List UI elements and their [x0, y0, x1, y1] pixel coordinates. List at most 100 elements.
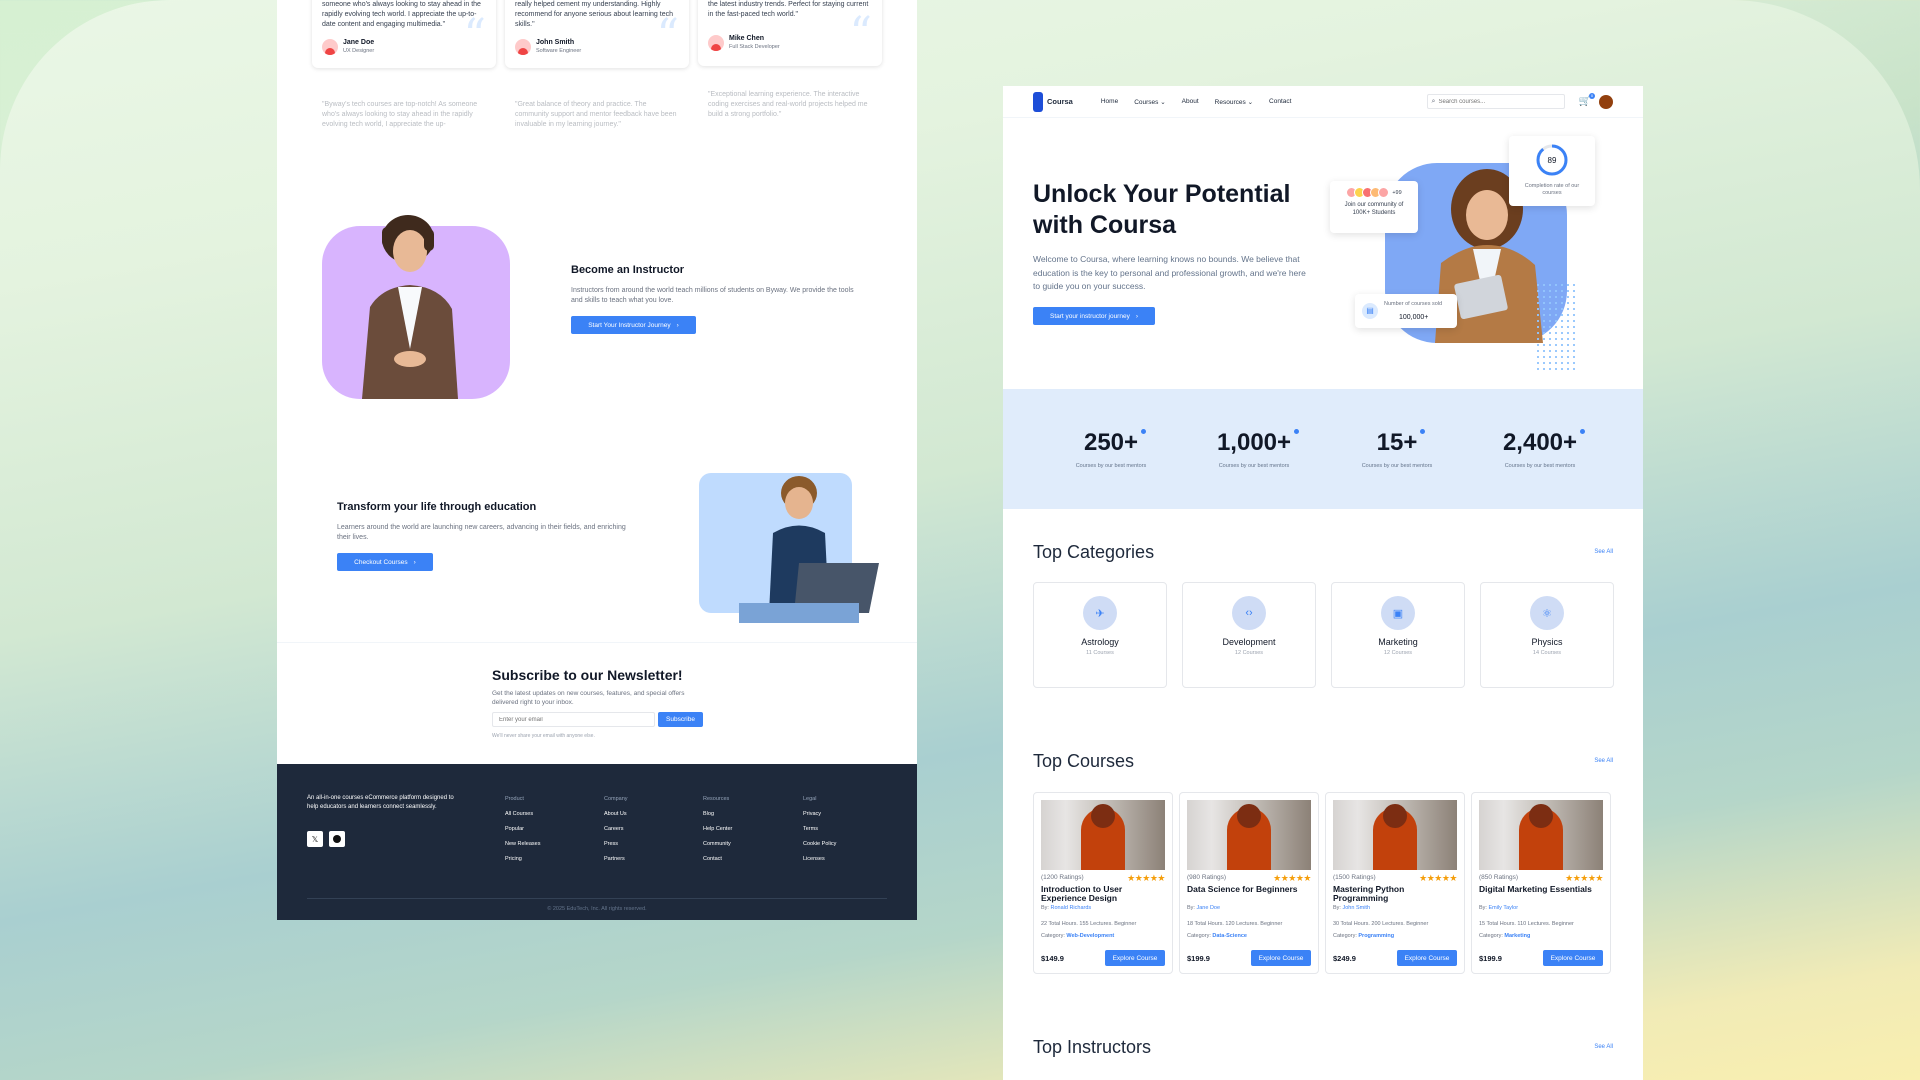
see-all-courses-link[interactable]: See All: [1594, 758, 1613, 764]
subscribe-button[interactable]: Subscribe: [658, 712, 703, 727]
footer-link[interactable]: Contact: [703, 856, 732, 862]
start-instructor-journey-button[interactable]: Start Your Instructor Journey ›: [571, 316, 696, 334]
explore-course-button[interactable]: Explore Course: [1543, 950, 1603, 966]
footer-link[interactable]: Press: [604, 841, 628, 847]
by-label: By:: [1479, 905, 1487, 911]
course-card[interactable]: (1500 Ratings) ★★★★★ Mastering Python Pro…: [1325, 792, 1465, 974]
checkout-courses-button[interactable]: Checkout Courses ›: [337, 553, 433, 571]
footer-link[interactable]: Terms: [803, 826, 836, 832]
stat-value: 2,400+: [1502, 429, 1586, 456]
category-count: 12 Courses: [1383, 650, 1413, 656]
author-name: Mike Chen: [729, 34, 765, 42]
category-link[interactable]: Data-Science: [1212, 933, 1247, 939]
logo-icon[interactable]: [1033, 91, 1043, 112]
chevron-right-icon: ›: [676, 321, 679, 329]
category-link[interactable]: Marketing: [1504, 933, 1530, 939]
category-link[interactable]: Web-Development: [1066, 933, 1114, 939]
nav-home[interactable]: Home: [1101, 98, 1118, 105]
category-count: 11 Courses: [1086, 650, 1114, 656]
footer-link[interactable]: Pricing: [505, 856, 540, 862]
community-card: +99 Join our community of 100K+ Students: [1330, 181, 1418, 233]
course-card[interactable]: (1200 Ratings) ★★★★★ Introduction to User…: [1033, 792, 1173, 974]
footer-link[interactable]: Partners: [604, 856, 628, 862]
course-meta: 18 Total Hours. 120 Lectures. Beginner: [1187, 921, 1283, 927]
explore-course-button[interactable]: Explore Course: [1397, 950, 1457, 966]
course-ratings: (1200 Ratings): [1041, 874, 1084, 881]
footer-link[interactable]: Careers: [604, 826, 628, 832]
avatar: [1378, 187, 1390, 198]
explore-course-button[interactable]: Explore Course: [1105, 950, 1165, 966]
footer-divider: [307, 898, 887, 899]
category-name: Marketing: [1378, 637, 1418, 647]
student-image: [699, 473, 879, 623]
testimonial-author: Jane Doe UX Designer: [322, 38, 374, 56]
footer-link[interactable]: All Courses: [505, 811, 540, 817]
footer-link[interactable]: About Us: [604, 811, 628, 817]
footer-link[interactable]: Blog: [703, 811, 732, 817]
course-title: Digital Marketing Essentials: [1479, 884, 1592, 894]
newsletter-desc: Get the latest updates on new courses, f…: [492, 690, 685, 707]
stat-caption: Courses by our best mentors: [1218, 463, 1290, 469]
button-label: Start your instructor journey: [1049, 312, 1130, 320]
footer-link[interactable]: Help Center: [703, 826, 732, 832]
nav-resources[interactable]: Resources ⌄: [1215, 98, 1253, 106]
footer-column-legal: Legal Privacy Terms Cookie Policy Licens…: [803, 796, 836, 871]
course-card[interactable]: (850 Ratings) ★★★★★ Digital Marketing Ess…: [1471, 792, 1611, 974]
nav-contact[interactable]: Contact: [1269, 98, 1291, 105]
course-card[interactable]: (980 Ratings) ★★★★★ Data Science for Begi…: [1179, 792, 1319, 974]
see-all-instructors-link[interactable]: See All: [1594, 1044, 1613, 1050]
course-thumbnail: [1187, 800, 1311, 870]
nav-about[interactable]: About: [1182, 98, 1199, 105]
community-count-badge: +99: [1392, 189, 1402, 196]
stat-item: 2,400+ Courses by our best mentors: [1480, 429, 1600, 469]
explore-course-button[interactable]: Explore Course: [1251, 950, 1311, 966]
avatar: [322, 38, 338, 55]
atom-icon: ⚛: [1530, 596, 1564, 630]
search-icon: ⌕: [1431, 97, 1436, 105]
testimonial-card-faded: "Exceptional learning experience. The in…: [698, 82, 882, 128]
category-card-physics[interactable]: ⚛ Physics 14 Courses: [1480, 582, 1614, 688]
author-role: Software Engineer: [536, 48, 582, 55]
cart-icon[interactable]: 🛒 0: [1579, 93, 1595, 107]
category-label: Category:: [1479, 933, 1503, 939]
author-link[interactable]: Ronald Richards: [1050, 905, 1091, 911]
cart-count-badge: 0: [1589, 93, 1595, 99]
stat-caption: Courses by our best mentors: [1504, 463, 1576, 469]
footer-heading: Company: [604, 796, 628, 802]
nav-label: Courses: [1134, 98, 1159, 106]
category-link[interactable]: Programming: [1358, 933, 1394, 939]
see-all-categories-link[interactable]: See All: [1594, 549, 1613, 555]
telescope-icon: ✈: [1083, 596, 1117, 630]
footer-link[interactable]: Licenses: [803, 856, 836, 862]
star-rating-icon: ★★★★★: [1127, 873, 1165, 883]
footer-link[interactable]: Privacy: [803, 811, 836, 817]
category-card-development[interactable]: ‹› Development 12 Courses: [1182, 582, 1316, 688]
category-card-astrology[interactable]: ✈ Astrology 11 Courses: [1033, 582, 1167, 688]
search-box[interactable]: ⌕: [1426, 94, 1565, 109]
completion-text: Completion rate of our courses: [1524, 183, 1580, 197]
testimonial-text: someone who's always looking to stay ahe…: [322, 1, 481, 29]
footer-link[interactable]: Community: [703, 841, 732, 847]
footer-heading: Legal: [803, 796, 817, 802]
github-icon[interactable]: [329, 831, 345, 847]
x-social-icon[interactable]: 𝕏: [307, 831, 323, 847]
footer-link[interactable]: Popular: [505, 826, 540, 832]
brand-name[interactable]: Coursa: [1047, 97, 1073, 106]
category-card-marketing[interactable]: ▣ Marketing 12 Courses: [1331, 582, 1465, 688]
search-input[interactable]: [1438, 98, 1549, 105]
nav-courses[interactable]: Courses ⌄: [1134, 98, 1165, 106]
avatar[interactable]: [1599, 94, 1613, 109]
author-link[interactable]: John Smith: [1342, 905, 1370, 911]
footer-link[interactable]: Cookie Policy: [803, 841, 836, 847]
testimonial-card: really helped cement my understanding. H…: [505, 0, 689, 68]
quote-icon: “: [849, 8, 873, 59]
chevron-right-icon: ›: [413, 558, 416, 566]
sold-value: 100,000+: [1399, 314, 1429, 321]
footer-link[interactable]: New Releases: [505, 841, 540, 847]
start-instructor-journey-button[interactable]: Start your instructor journey ›: [1033, 307, 1155, 325]
course-category: Category: Web-Development: [1041, 933, 1165, 939]
author-link[interactable]: Emily Taylor: [1488, 905, 1518, 911]
email-input[interactable]: [492, 712, 655, 727]
author-link[interactable]: Jane Doe: [1196, 905, 1220, 911]
category-name: Physics: [1531, 637, 1563, 647]
